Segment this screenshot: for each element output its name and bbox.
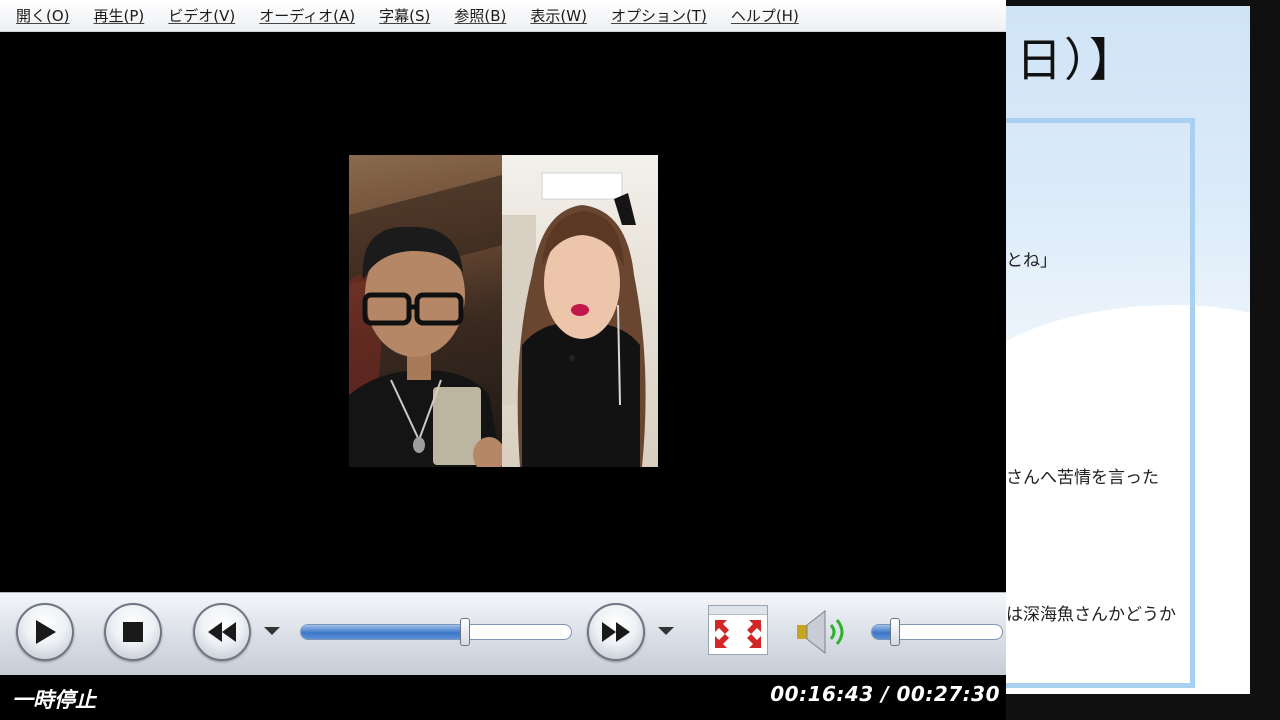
speaker-icon (797, 609, 844, 655)
volume-button[interactable] (793, 603, 855, 661)
menu-help[interactable]: ヘルプ(H) (731, 5, 799, 26)
status-bar: 一時停止 00:16:43 / 00:27:30 (0, 675, 1006, 720)
menu-view[interactable]: 表示(W) (530, 5, 587, 26)
menu-play[interactable]: 再生(P) (94, 5, 145, 26)
menu-bar: 開く(O) 再生(P) ビデオ(V) オーディオ(A) 字幕(S) 参照(B) … (0, 0, 1006, 32)
current-time: 00:16:43 (770, 682, 874, 706)
video-left-pane (349, 155, 502, 467)
time-separator: / (881, 682, 890, 706)
seek-bar[interactable] (300, 624, 572, 640)
play-button[interactable] (16, 603, 74, 661)
woman-figure (502, 172, 646, 467)
fullscreen-button[interactable] (708, 605, 768, 655)
fast-forward-icon (602, 622, 630, 642)
stop-button[interactable] (104, 603, 162, 661)
menu-subtitles[interactable]: 字幕(S) (379, 5, 430, 26)
time-display: 00:16:43 / 00:27:30 (770, 682, 1000, 706)
menu-open[interactable]: 開く(O) (16, 5, 70, 26)
video-frame (349, 155, 658, 467)
volume-slider-thumb[interactable] (889, 618, 900, 646)
background-page: 日）】 とね」 さんへ苦情を言った は深海魚さんかどうか (1006, 6, 1250, 694)
total-time: 00:27:30 (896, 682, 1000, 706)
fast-forward-dropdown-icon[interactable] (658, 627, 674, 635)
playback-state: 一時停止 (12, 688, 96, 712)
background-title: 日）】 (1016, 33, 1137, 87)
menu-video[interactable]: ビデオ(V) (168, 5, 235, 26)
fullscreen-icon (715, 620, 761, 648)
menu-options[interactable]: オプション(T) (611, 5, 707, 26)
background-text-line: さんへ苦情を言った (1006, 468, 1159, 488)
background-text-line: は深海魚さんかどうか (1006, 605, 1176, 625)
control-bar (0, 592, 1006, 675)
seek-bar-thumb[interactable] (460, 618, 471, 646)
fast-forward-button[interactable] (587, 603, 645, 661)
stop-icon (123, 622, 143, 642)
video-right-pane (502, 155, 658, 467)
rewind-button[interactable] (193, 603, 251, 661)
video-display[interactable] (0, 32, 1006, 592)
menu-browse[interactable]: 参照(B) (454, 5, 506, 26)
man-figure (349, 175, 502, 467)
seek-bar-fill (301, 625, 466, 639)
background-text-line: とね」 (1006, 251, 1057, 271)
background-document: 日）】 とね」 さんへ苦情を言った は深海魚さんかどうか (1006, 0, 1280, 720)
rewind-icon (208, 622, 236, 642)
menu-audio[interactable]: オーディオ(A) (259, 5, 355, 26)
rewind-dropdown-icon[interactable] (264, 627, 280, 635)
play-icon (36, 620, 56, 644)
media-player-window: 開く(O) 再生(P) ビデオ(V) オーディオ(A) 字幕(S) 参照(B) … (0, 0, 1006, 720)
